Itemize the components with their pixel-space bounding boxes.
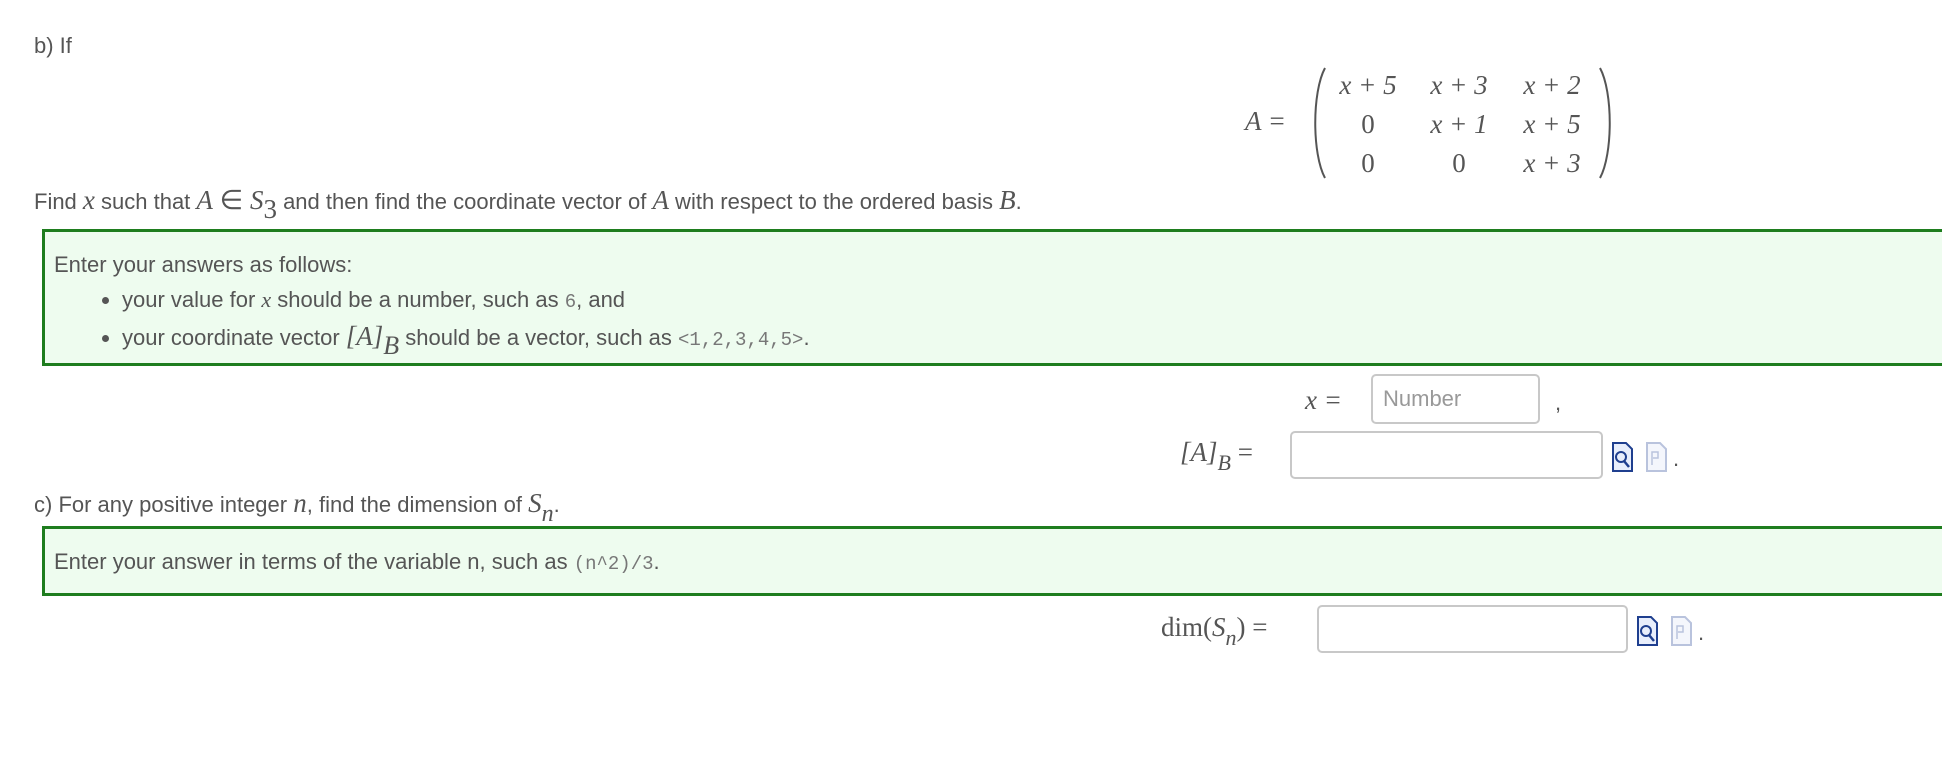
math-n: n (293, 488, 307, 518)
question-text: , find the dimension of (306, 492, 529, 517)
matrix-cell: x + 2 (1523, 70, 1581, 100)
instruction-text: your value for (122, 287, 262, 312)
vector-answer-suffix: . (1673, 446, 1680, 471)
dim-answer-suffix: . (1698, 620, 1705, 645)
equation-editor-icon[interactable] (1670, 616, 1692, 646)
part-b-question: Find x such that A ∈ S3 and then find th… (34, 185, 1022, 224)
math-sub: n (1225, 625, 1237, 650)
math-sub: n (541, 501, 554, 527)
instruction-text: your coordinate vector (122, 325, 346, 350)
part-b-label: b) If (34, 33, 72, 58)
math-x: x (261, 287, 272, 312)
math-sub: B (383, 331, 400, 360)
x-answer-suffix: , (1555, 390, 1562, 415)
part-c-question: c) For any positive integer n, find the … (34, 488, 560, 527)
math-vector: [A] (345, 321, 384, 351)
right-paren-icon (1599, 67, 1611, 179)
equation-editor-icon[interactable] (1645, 442, 1667, 472)
question-text: c) For any positive integer (34, 492, 294, 517)
instructions-box: Enter your answers as follows: your valu… (42, 229, 1942, 366)
matrix-cell: x + 3 (1430, 70, 1488, 100)
dim-answer-input[interactable] (1317, 605, 1628, 653)
question-text: such that (94, 189, 197, 214)
question-text: Find (34, 189, 83, 214)
matrix-cell: 0 (1452, 148, 1466, 178)
instruction-text: , and (576, 287, 626, 312)
vector-answer-input[interactable] (1290, 431, 1603, 479)
example-code: (n^2)/3 (573, 553, 654, 575)
math-sub: 3 (263, 194, 277, 224)
math-eq: ) = (1236, 612, 1268, 642)
math-s: S (249, 185, 264, 215)
math-s: S (528, 488, 542, 518)
math-in: ∈ (212, 185, 250, 215)
list-item: your value for x should be a number, suc… (122, 286, 810, 316)
math-x: x (82, 185, 95, 215)
instruction-text: Enter your answer in terms of the variab… (54, 549, 574, 574)
matrix-cell: x + 5 (1339, 70, 1397, 100)
math-eq: = (1230, 437, 1253, 467)
math-s: S (1212, 612, 1226, 642)
question-text: with respect to the ordered basis (668, 189, 1000, 214)
matrix-cell: x + 5 (1523, 109, 1581, 139)
math-b: B (999, 185, 1016, 215)
math-sub: B (1217, 450, 1231, 475)
example-code: 6 (564, 291, 577, 313)
question-text: and then find the coordinate vector of (276, 189, 653, 214)
math-dim: dim( (1161, 612, 1212, 642)
left-paren-icon (1314, 67, 1326, 179)
matrix-cell: x + 1 (1430, 109, 1488, 139)
instruction-line: Enter your answer in terms of the variab… (54, 549, 660, 575)
list-item: your coordinate vector [A]B should be a … (122, 321, 810, 360)
matrix-cell: x + 3 (1523, 148, 1581, 178)
x-answer-label: x = (1305, 385, 1342, 415)
dim-answer-label: dim(Sn) = (1161, 612, 1268, 650)
instruction-text: . (653, 549, 660, 574)
instructions-box: Enter your answer in terms of the variab… (42, 526, 1942, 596)
preview-icon[interactable] (1611, 442, 1633, 472)
x-number-input[interactable] (1371, 374, 1540, 424)
instructions-list: your value for x should be a number, suc… (45, 286, 810, 361)
instruction-text: should be a number, such as (271, 287, 565, 312)
instruction-text: . (803, 325, 810, 350)
question-text: . (1015, 189, 1022, 214)
math-a: A (196, 185, 213, 215)
example-code: <1,2,3,4,5> (678, 329, 804, 351)
matrix-cell: 0 (1361, 148, 1375, 178)
vector-answer-label: [A]B = (1180, 437, 1253, 475)
question-text: . (553, 492, 560, 517)
instruction-text: should be a vector, such as (399, 325, 679, 350)
math-vector: [A] (1180, 437, 1218, 467)
instructions-lead: Enter your answers as follows: (54, 252, 353, 277)
matrix-lhs: A = (1245, 106, 1286, 136)
math-a: A (652, 185, 669, 215)
matrix-cell: 0 (1361, 109, 1375, 139)
preview-icon[interactable] (1636, 616, 1658, 646)
